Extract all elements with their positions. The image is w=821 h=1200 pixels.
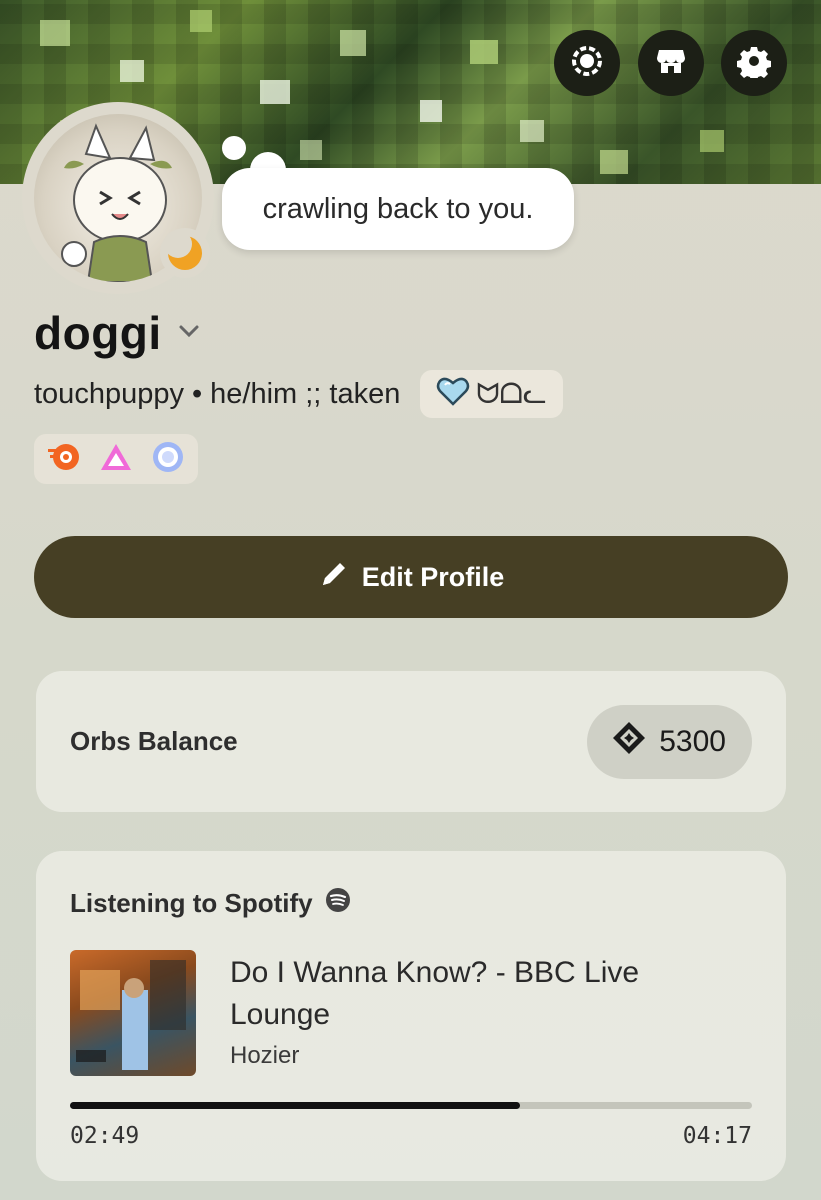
orbs-balance-card[interactable]: Orbs Balance 5300 <box>36 671 786 812</box>
edit-profile-label: Edit Profile <box>361 561 505 592</box>
server-tag-chip[interactable]: ᗢᗝᓚ <box>420 370 563 418</box>
shop-icon <box>654 44 688 83</box>
edit-profile-button[interactable]: Edit Profile <box>34 536 788 618</box>
track-title[interactable]: Do I Wanna Know? - BBC Live Lounge <box>230 952 690 1036</box>
custom-status-bubble[interactable]: crawling back to you. <box>222 168 574 250</box>
track-progress-bar <box>70 1102 752 1109</box>
gear-icon <box>737 44 771 83</box>
track-row: Do I Wanna Know? - BBC Live Lounge Hozie… <box>70 950 752 1076</box>
album-art[interactable] <box>70 950 196 1076</box>
bubble-dot <box>222 136 246 160</box>
moon-icon <box>164 230 202 270</box>
spotify-header-label: Listening to Spotify <box>70 888 313 918</box>
shop-button[interactable] <box>638 30 704 96</box>
display-name-row[interactable]: doggi <box>34 306 202 360</box>
boost-badge-icon[interactable] <box>150 439 186 480</box>
spotify-header: Listening to Spotify <box>70 887 752 920</box>
server-tag-text: ᗢᗝᓚ <box>476 378 547 409</box>
elapsed-time: 02:49 <box>70 1123 140 1149</box>
track-info: Do I Wanna Know? - BBC Live Lounge Hozie… <box>230 950 690 1076</box>
pronouns: he/him ;; taken <box>210 377 401 410</box>
spotify-icon <box>325 887 351 920</box>
pencil-icon <box>318 558 350 597</box>
hypesquad-badge-icon[interactable] <box>46 439 82 480</box>
orb-icon <box>611 720 647 764</box>
track-times: 02:49 04:17 <box>70 1123 752 1149</box>
username: touchpuppy <box>34 377 184 410</box>
custom-status-text: crawling back to you. <box>262 192 534 225</box>
track-artist[interactable]: Hozier <box>230 1042 690 1070</box>
track-progress-fill <box>70 1102 521 1109</box>
duration-time: 04:17 <box>682 1123 752 1149</box>
spotify-activity-card[interactable]: Listening to Spotify Do I Wanna Know? - … <box>36 851 786 1181</box>
status-idle-indicator <box>160 228 210 278</box>
orbs-balance-value: 5300 <box>659 724 726 758</box>
orbs-balance-label: Orbs Balance <box>70 726 238 756</box>
identity-row: touchpuppy • he/him ;; taken ᗢᗝᓚ <box>34 370 563 418</box>
nitro-triangle-badge-icon[interactable] <box>98 439 134 480</box>
nitro-button[interactable] <box>554 30 620 96</box>
chevron-down-icon[interactable] <box>176 318 202 349</box>
separator: • <box>191 377 203 410</box>
orbs-balance-pill[interactable]: 5300 <box>587 704 752 779</box>
nitro-badge-icon <box>570 44 604 83</box>
badge-list <box>34 434 198 484</box>
heart-icon <box>436 376 470 413</box>
settings-button[interactable] <box>721 30 787 96</box>
display-name: doggi <box>34 307 162 359</box>
